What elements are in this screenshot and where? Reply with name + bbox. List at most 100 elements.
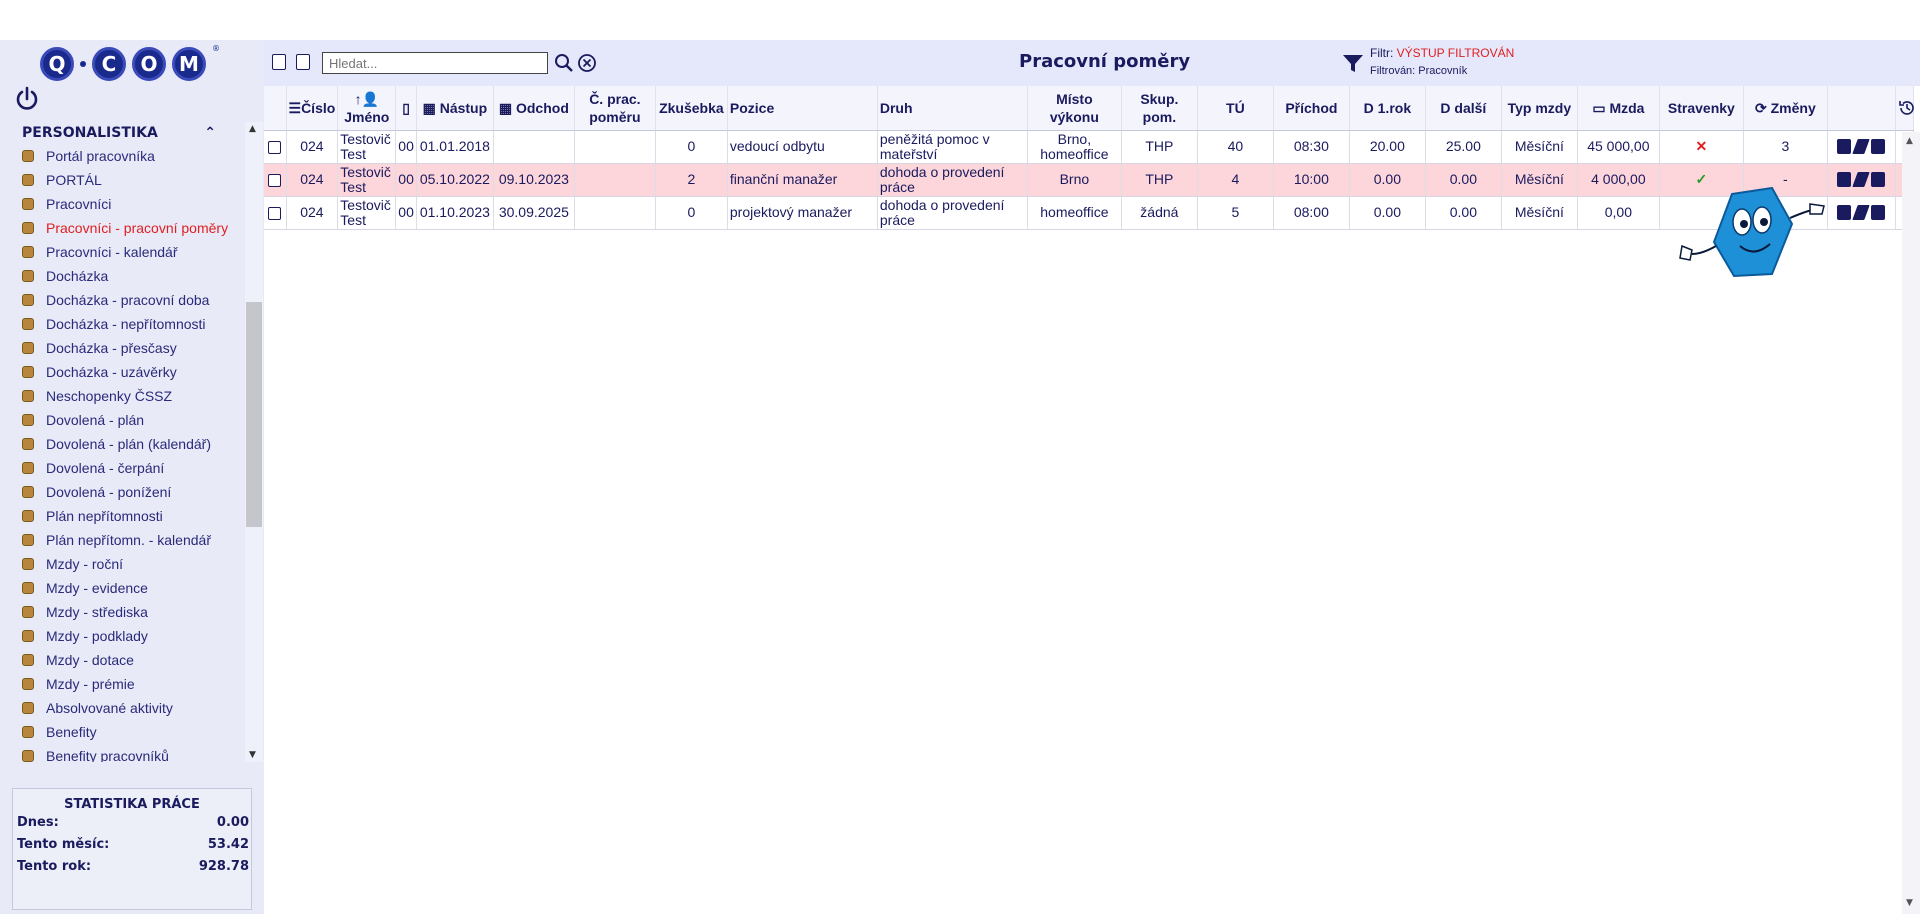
sidebar-item[interactable]: Plán nepřítomnosti	[0, 504, 244, 528]
new-document-icon[interactable]	[272, 54, 286, 70]
cell-misto: Brno	[1027, 163, 1122, 197]
cell-zkusebka: 2	[655, 163, 728, 197]
module-icon	[22, 726, 34, 738]
sidebar-item-label: Mzdy - střediska	[46, 604, 148, 620]
filter-icon[interactable]	[1342, 52, 1364, 74]
excel-export-icon[interactable]	[296, 54, 310, 70]
sidebar-item[interactable]: Neschopenky ČSSZ	[0, 384, 244, 408]
col-mzda[interactable]: ▭ Mzda	[1577, 86, 1660, 131]
sidebar-item[interactable]: Absolvované aktivity	[0, 696, 244, 720]
cell-sub: 00	[395, 196, 417, 230]
sidebar-item-label: Docházka - uzávěrky	[46, 364, 177, 380]
refresh-icon: ⟳	[1755, 99, 1767, 116]
sidebar-item[interactable]: Mzdy - střediska	[0, 600, 244, 624]
mascot-icon	[1679, 186, 1825, 278]
scroll-down-icon[interactable]: ▼	[249, 750, 256, 760]
row-checkbox[interactable]	[268, 206, 282, 220]
sidebar-item[interactable]: Docházka	[0, 264, 244, 288]
sidebar-item[interactable]: Dovolená - čerpání	[0, 456, 244, 480]
module-icon	[22, 534, 34, 546]
sidebar-item[interactable]: Pracovníci	[0, 192, 244, 216]
copy-icon[interactable]	[1837, 172, 1852, 187]
history-icon[interactable]	[1898, 99, 1916, 117]
cell-pozice: projektový manažer	[727, 196, 878, 230]
sidebar-item[interactable]: Mzdy - evidence	[0, 576, 244, 600]
sidebar-item[interactable]: Benefity pracovníků	[0, 744, 244, 762]
sidebar-item[interactable]: Dovolená - plán	[0, 408, 244, 432]
col-typmzdy[interactable]: Typ mzdy	[1501, 86, 1578, 131]
sidebar-item[interactable]: PORTÁL	[0, 168, 244, 192]
sidebar-item[interactable]: Mzdy - prémie	[0, 672, 244, 696]
edit-icon[interactable]	[1852, 139, 1871, 154]
sidebar-item[interactable]: Plán nepřítomn. - kalendář	[0, 528, 244, 552]
module-icon	[22, 558, 34, 570]
list-order-icon: ☰	[288, 99, 302, 116]
clear-search-icon[interactable]	[577, 53, 597, 73]
edit-icon[interactable]	[1852, 172, 1871, 187]
cell-mzda: 4 000,00	[1577, 163, 1660, 197]
cell-druh: dohoda o provedení práce	[877, 163, 1028, 197]
sidebar-item-label: Dovolená - čerpání	[46, 460, 165, 476]
power-icon[interactable]	[14, 86, 40, 112]
col-d1rok[interactable]: D 1.rok	[1349, 86, 1426, 131]
sidebar-item[interactable]: Pracovníci - pracovní poměry	[0, 216, 244, 240]
row-checkbox[interactable]	[268, 173, 282, 187]
cell-druh: peněžitá pomoc v mateřství	[877, 130, 1028, 164]
col-pozice[interactable]: Pozice	[727, 86, 878, 131]
sidebar-item[interactable]: Portál pracovníka	[0, 144, 244, 168]
sidebar-item[interactable]: Docházka - nepřítomnosti	[0, 312, 244, 336]
sidebar-item[interactable]: Docházka - uzávěrky	[0, 360, 244, 384]
delete-icon[interactable]	[1871, 172, 1886, 187]
cell-pozice: finanční manažer	[727, 163, 878, 197]
col-prichod[interactable]: Příchod	[1273, 86, 1350, 131]
col-tu[interactable]: TÚ	[1197, 86, 1274, 131]
scroll-thumb[interactable]	[246, 302, 262, 527]
cell-cprac	[574, 163, 656, 197]
sidebar-item[interactable]: Dovolená - plán (kalendář)	[0, 432, 244, 456]
col-misto[interactable]: Místo výkonu	[1027, 86, 1122, 131]
sidebar-item[interactable]: Pracovníci - kalendář	[0, 240, 244, 264]
cell-prichod: 08:30	[1273, 130, 1350, 164]
cell-stravenky: ✕	[1659, 130, 1744, 164]
col-stravenky[interactable]: Stravenky	[1659, 86, 1744, 131]
chevron-up-icon[interactable]: ⌃	[204, 125, 216, 141]
scroll-down-icon[interactable]: ▼	[1906, 898, 1913, 908]
sidebar-item[interactable]: Benefity	[0, 720, 244, 744]
scroll-up-icon[interactable]: ▲	[249, 124, 256, 134]
search-input[interactable]	[322, 52, 548, 74]
col-cprac[interactable]: Č. prac. poměru	[574, 86, 656, 131]
sidebar-item[interactable]: Docházka - pracovní doba	[0, 288, 244, 312]
sidebar-item[interactable]: Mzdy - podklady	[0, 624, 244, 648]
sidebar-item[interactable]: Mzdy - dotace	[0, 648, 244, 672]
col-odchod[interactable]: ▦ Odchod	[493, 86, 575, 131]
sidebar-item[interactable]: Dovolená - ponížení	[0, 480, 244, 504]
col-nastup[interactable]: ▦ Nástup	[416, 86, 494, 131]
col-druh[interactable]: Druh	[877, 86, 1028, 131]
module-icon	[22, 462, 34, 474]
col-jmeno[interactable]: ↑👤 Jméno	[337, 86, 397, 131]
copy-icon[interactable]	[1837, 205, 1852, 220]
sidebar-item[interactable]: Mzdy - roční	[0, 552, 244, 576]
col-zmeny[interactable]: ⟳ Změny	[1743, 86, 1828, 131]
sidebar-item-label: PORTÁL	[46, 172, 102, 188]
table-row[interactable]: 024 Testovič Test 00 01.01.2018 0 vedoucí odb…	[264, 130, 1914, 164]
sidebar-item-label: Dovolená - plán (kalendář)	[46, 436, 211, 452]
table-scrollbar[interactable]: ▲ ▼	[1902, 132, 1920, 914]
qcom-logo[interactable]: Q C O M ®	[40, 44, 220, 84]
col-sub[interactable]: ▯	[395, 86, 417, 131]
menu-section-personalistika[interactable]: PERSONALISTIKA ⌃	[0, 122, 244, 144]
col-cislo[interactable]: ☰Číslo	[286, 86, 339, 131]
col-skup[interactable]: Skup. pom.	[1121, 86, 1198, 131]
delete-icon[interactable]	[1871, 139, 1886, 154]
search-icon[interactable]	[554, 52, 574, 74]
cell-mzda: 0,00	[1577, 196, 1660, 230]
sidebar-item[interactable]: Docházka - přesčasy	[0, 336, 244, 360]
edit-icon[interactable]	[1852, 205, 1871, 220]
scroll-up-icon[interactable]: ▲	[1906, 136, 1913, 146]
copy-icon[interactable]	[1837, 139, 1852, 154]
col-ddalsi[interactable]: D další	[1425, 86, 1502, 131]
col-zkusebka[interactable]: Zkušebka	[655, 86, 728, 131]
row-checkbox[interactable]	[268, 140, 282, 154]
sidebar-scrollbar[interactable]: ▲ ▼	[245, 122, 263, 762]
delete-icon[interactable]	[1871, 205, 1886, 220]
